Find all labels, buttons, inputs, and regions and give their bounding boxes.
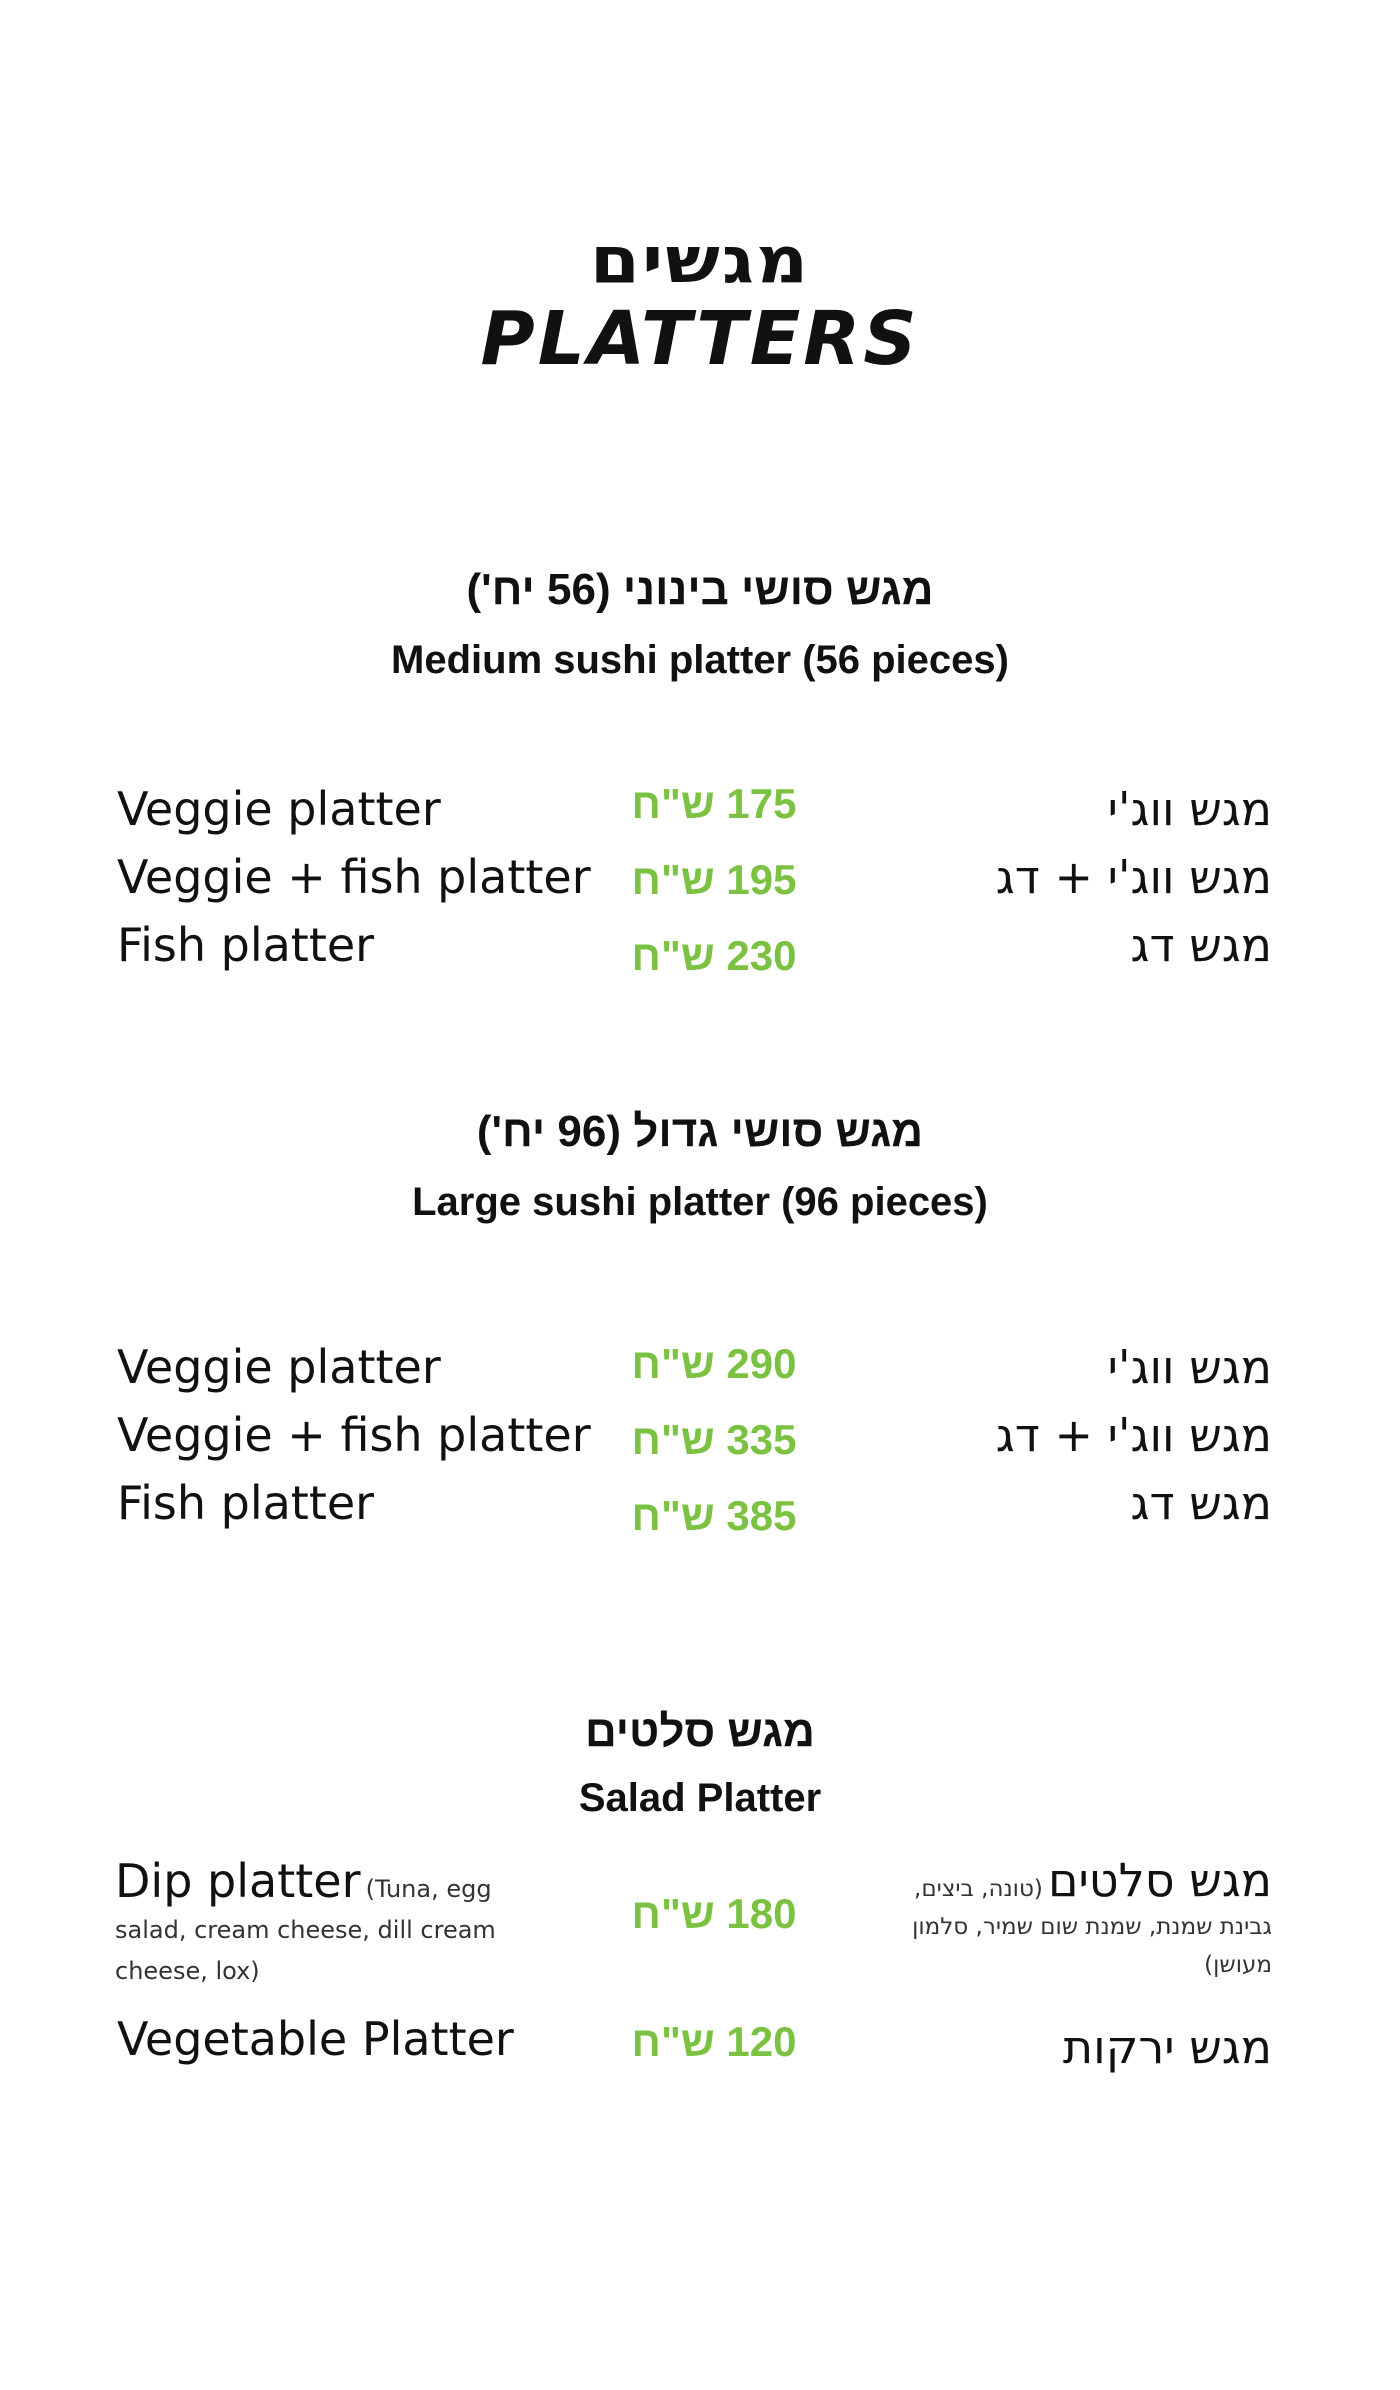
item-name-hebrew: מגש ירקות xyxy=(1062,2020,1272,2074)
item-name-hebrew: מגש דג xyxy=(1130,1476,1272,1530)
item-price: 120 ש"ח xyxy=(631,2018,797,2065)
item-name-english: Veggie platter xyxy=(117,782,441,836)
item-name-english: Fish platter xyxy=(117,1476,375,1530)
item-name-english: Dip platter (Tuna, egg salad, cream chee… xyxy=(115,1858,555,1993)
section-title-english: Salad Platter xyxy=(578,1776,822,1820)
item-name-hebrew: מגש דג xyxy=(1130,918,1272,972)
item-main-hebrew: מגש סלטים xyxy=(1047,1853,1272,1907)
item-price: 335 ש"ח xyxy=(631,1416,797,1463)
item-price: 180 ש"ח xyxy=(631,1890,797,1937)
item-name-english: Vegetable Platter xyxy=(117,2012,514,2066)
item-price: 230 ש"ח xyxy=(631,932,797,979)
section-title-hebrew: מגש סושי גדול (96 יח') xyxy=(476,1107,924,1156)
item-main-english: Dip platter xyxy=(115,1854,361,1908)
item-price: 195 ש"ח xyxy=(631,856,797,903)
item-name-hebrew: מגש ווג'י + דג xyxy=(995,1408,1272,1462)
item-name-english: Fish platter xyxy=(117,918,375,972)
item-name-hebrew: מגש ווג'י xyxy=(1107,1340,1272,1394)
item-price: 385 ש"ח xyxy=(631,1492,797,1539)
item-name-english: Veggie + fish platter xyxy=(117,850,591,904)
item-price: 290 ש"ח xyxy=(631,1340,797,1387)
item-name-hebrew: מגש ווג'י xyxy=(1107,782,1272,836)
section-title-english: Large sushi platter (96 pieces) xyxy=(412,1180,988,1224)
item-name-english: Veggie platter xyxy=(117,1340,441,1394)
item-name-hebrew: מגש סלטים (טונה, ביצים, גבינת שמנת, שמנת… xyxy=(872,1857,1272,1985)
item-price: 175 ש"ח xyxy=(631,780,797,827)
page-title-english: PLATTERS xyxy=(480,296,920,382)
section-title-hebrew: מגש סלטים xyxy=(584,1707,816,1756)
section-title-hebrew: מגש סושי בינוני (56 יח') xyxy=(466,565,934,614)
item-name-hebrew: מגש ווג'י + דג xyxy=(995,850,1272,904)
section-title-english: Medium sushi platter (56 pieces) xyxy=(391,638,1009,682)
item-name-english: Veggie + fish platter xyxy=(117,1408,591,1462)
page-title-hebrew: מגשים xyxy=(589,222,811,298)
